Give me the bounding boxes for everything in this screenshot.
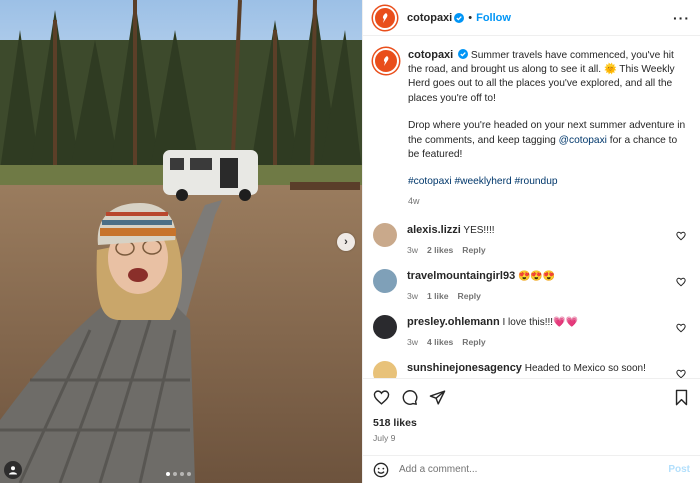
mention-link[interactable]: @cotopaxi bbox=[559, 135, 607, 146]
comment-body: travelmountaingirl93 😍😍😍 bbox=[407, 269, 555, 284]
comment-item: travelmountaingirl93 😍😍😍 3w 1 like Reply bbox=[373, 269, 690, 315]
carousel-dot bbox=[180, 472, 184, 476]
comment-text: 😍😍😍 bbox=[515, 271, 556, 283]
like-heart-icon[interactable] bbox=[373, 389, 390, 406]
commenter-avatar[interactable] bbox=[373, 315, 397, 340]
commenter-avatar[interactable] bbox=[373, 269, 397, 294]
comment-likes[interactable]: 1 like bbox=[427, 291, 449, 301]
commenter-username[interactable]: sunshinejonesagency bbox=[407, 362, 522, 374]
commenter-username[interactable]: presley.ohlemann bbox=[407, 316, 500, 328]
instagram-post: › cotopaxi • Follow ··· cotopaxi Summer … bbox=[0, 0, 700, 483]
comment-like-heart-icon[interactable] bbox=[676, 277, 686, 287]
comment-item: presley.ohlemann I love this!!!💗💗 3w 4 lik… bbox=[373, 315, 690, 361]
author-avatar[interactable] bbox=[373, 5, 397, 30]
comment-item: alexis.lizzi YES!!!! 3w 2 likes Reply bbox=[373, 223, 690, 269]
comment-reply-button[interactable]: Reply bbox=[462, 245, 485, 255]
author-username[interactable]: cotopaxi bbox=[407, 12, 452, 24]
commenter-avatar[interactable] bbox=[373, 223, 397, 248]
post-header: cotopaxi • Follow ··· bbox=[363, 0, 700, 36]
cotopaxi-logo-icon bbox=[383, 56, 389, 66]
header-separator: • bbox=[468, 11, 473, 24]
commenter-avatar[interactable] bbox=[373, 361, 397, 378]
comment-bubble-icon[interactable] bbox=[401, 389, 418, 406]
caption-paragraph-1: cotopaxi Summer travels have commenced, … bbox=[408, 48, 690, 106]
comments-scroll-area[interactable]: cotopaxi Summer travels have commenced, … bbox=[363, 36, 700, 378]
comment-body: alexis.lizzi YES!!!! bbox=[407, 223, 495, 238]
post-comment-button[interactable]: Post bbox=[668, 464, 690, 475]
comment-text: YES!!!! bbox=[460, 225, 495, 237]
photo-scene bbox=[0, 0, 362, 483]
cotopaxi-logo-icon bbox=[382, 12, 388, 23]
comment-reply-button[interactable]: Reply bbox=[458, 291, 481, 301]
comment-likes[interactable]: 2 likes bbox=[427, 245, 453, 255]
post-side-panel: cotopaxi • Follow ··· cotopaxi Summer tr… bbox=[362, 0, 700, 483]
follow-button[interactable]: Follow bbox=[476, 12, 511, 24]
carousel-dot bbox=[187, 472, 191, 476]
caption-timestamp[interactable]: 4w bbox=[408, 194, 690, 208]
carousel-dot bbox=[173, 472, 177, 476]
comment-like-heart-icon[interactable] bbox=[676, 231, 686, 241]
comment-meta: 3w 2 likes Reply bbox=[407, 245, 495, 255]
comment-item: sunshinejonesagency Headed to Mexico so … bbox=[373, 361, 690, 378]
add-comment-bar: Post bbox=[363, 455, 700, 483]
caption-hashtags[interactable]: #cotopaxi #weeklyherd #roundup bbox=[408, 175, 690, 189]
caption-author-avatar[interactable] bbox=[373, 48, 399, 74]
comment-reply-button[interactable]: Reply bbox=[462, 337, 485, 347]
next-photo-button[interactable]: › bbox=[337, 233, 355, 251]
more-options-icon[interactable]: ··· bbox=[673, 10, 690, 26]
comment-likes[interactable]: 4 likes bbox=[427, 337, 453, 347]
comment-like-heart-icon[interactable] bbox=[676, 369, 686, 378]
like-count[interactable]: 518 likes bbox=[373, 417, 690, 429]
carousel-indicator bbox=[166, 472, 191, 476]
comment-time[interactable]: 3w bbox=[407, 245, 418, 255]
verified-badge-icon bbox=[458, 49, 469, 59]
save-bookmark-icon[interactable] bbox=[673, 389, 690, 406]
comment-text: Headed to Mexico so soon! bbox=[521, 363, 646, 375]
comment-meta: 3w 4 likes Reply bbox=[407, 337, 578, 347]
post-actions: 518 likes July 9 bbox=[363, 378, 700, 443]
comment-meta: 3w 1 like Reply bbox=[407, 291, 555, 301]
post-date: July 9 bbox=[373, 433, 396, 443]
caption-paragraph-2: Drop where you're headed on your next su… bbox=[408, 119, 690, 162]
comment-text: I love this!!!💗💗 bbox=[499, 317, 578, 329]
emoji-icon[interactable] bbox=[373, 462, 389, 478]
commenter-username[interactable]: travelmountaingirl93 bbox=[407, 270, 515, 282]
commenter-username[interactable]: alexis.lizzi bbox=[407, 224, 461, 236]
verified-badge-icon bbox=[454, 12, 465, 23]
comment-like-heart-icon[interactable] bbox=[676, 323, 686, 333]
comment-body: sunshinejonesagency Headed to Mexico so … bbox=[407, 361, 646, 376]
tagged-users-icon[interactable] bbox=[4, 461, 22, 479]
share-send-icon[interactable] bbox=[429, 389, 446, 406]
post-photo[interactable]: › bbox=[0, 0, 362, 483]
comment-time[interactable]: 3w bbox=[407, 291, 418, 301]
caption-username[interactable]: cotopaxi bbox=[408, 49, 453, 61]
post-caption: cotopaxi Summer travels have commenced, … bbox=[373, 48, 690, 208]
comment-time[interactable]: 3w bbox=[407, 337, 418, 347]
comment-body: presley.ohlemann I love this!!!💗💗 bbox=[407, 315, 578, 330]
comment-input[interactable] bbox=[399, 464, 669, 475]
carousel-dot bbox=[166, 472, 170, 476]
comment-list: alexis.lizzi YES!!!! 3w 2 likes Reply travel… bbox=[373, 223, 690, 378]
